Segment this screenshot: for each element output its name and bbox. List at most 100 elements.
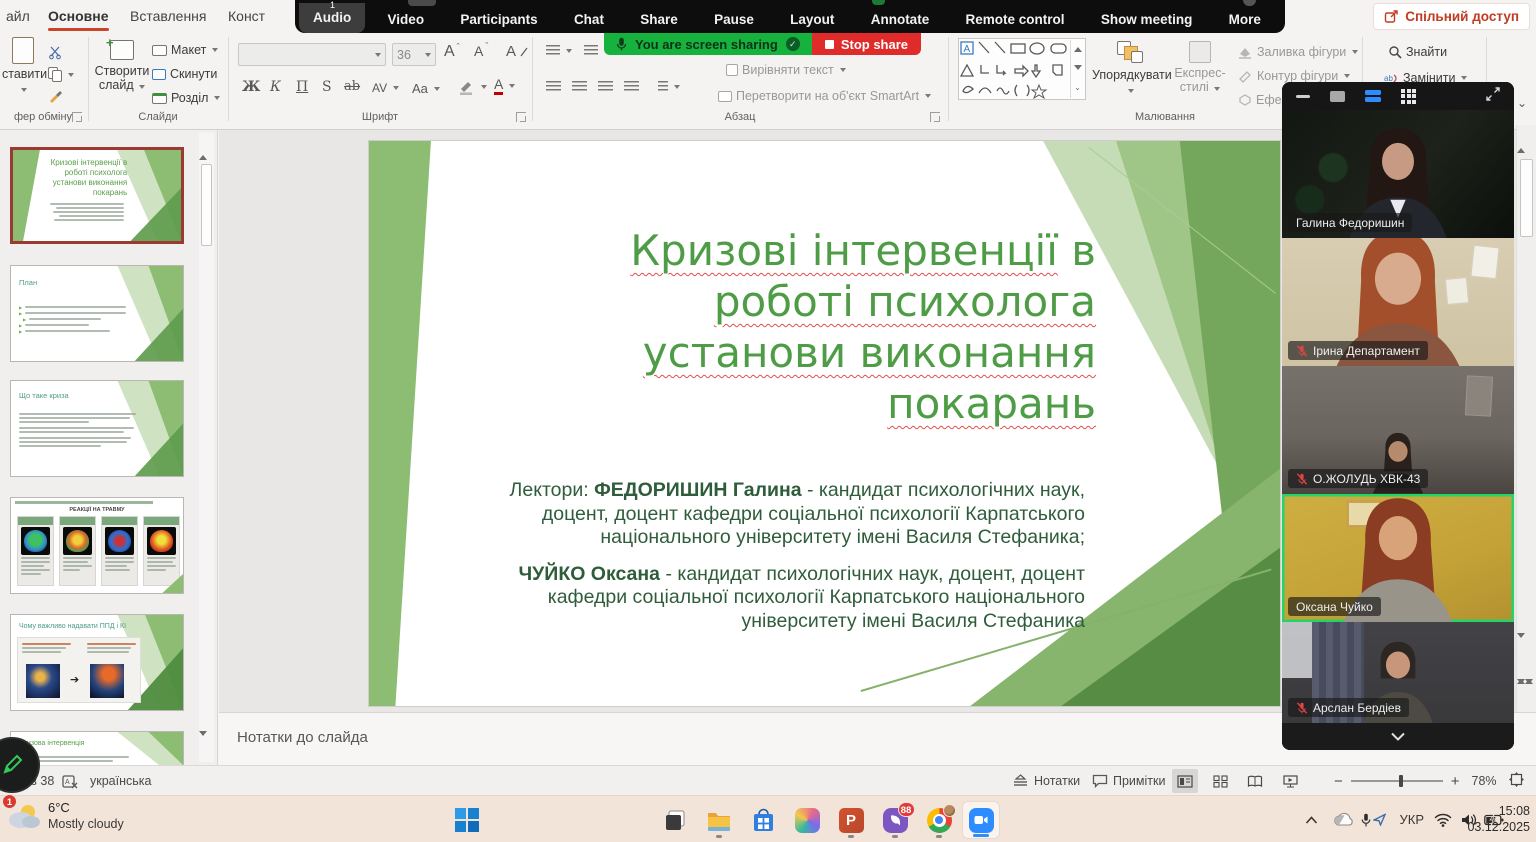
reading-view-button[interactable]	[1242, 769, 1268, 793]
align-center-button[interactable]	[572, 81, 587, 92]
thumbnails-scrollbar[interactable]	[199, 133, 214, 762]
zoom-slider[interactable]	[1351, 780, 1443, 782]
microsoft-store-button[interactable]	[744, 801, 782, 839]
align-text-button[interactable]: Вирівняти текст	[726, 63, 846, 77]
shape-effects-button[interactable]: Ефе	[1238, 93, 1282, 107]
smartart-button[interactable]: Перетворити на об'єкт SmartArt	[718, 89, 931, 103]
start-button[interactable]	[448, 801, 486, 839]
align-left-button[interactable]	[546, 81, 561, 92]
justify-button[interactable]	[624, 81, 639, 92]
chrome-button[interactable]	[920, 801, 958, 839]
viber-button[interactable]: 88	[876, 801, 914, 839]
tab-file[interactable]: айл	[0, 0, 36, 33]
underline-button[interactable]: П	[296, 79, 308, 95]
stop-share-button[interactable]: Stop share	[812, 33, 921, 55]
arrange-button[interactable]: Упорядкувати	[1092, 41, 1168, 96]
zoom-toolbar-participants[interactable]: Participants	[460, 12, 537, 27]
clock[interactable]: 15:08 03.12.2025	[1467, 803, 1530, 835]
character-spacing-button[interactable]: AV	[372, 81, 399, 95]
cut-button[interactable]	[48, 45, 63, 60]
panel-scroll-down-button[interactable]	[1282, 723, 1514, 750]
zoom-toolbar-share[interactable]: Share	[640, 12, 678, 27]
collapse-ribbon-button[interactable]: ⌄	[1517, 96, 1527, 110]
shapes-gallery[interactable]: A ⌄	[958, 38, 1086, 100]
new-slide-button[interactable]: + Створити слайд	[94, 37, 150, 92]
slide-title[interactable]: Кризові інтервенції в роботі психолога у…	[476, 225, 1096, 429]
zoom-app-button[interactable]	[962, 801, 1000, 839]
shape-outline-button[interactable]: Контур фігури	[1238, 69, 1350, 83]
gallery-view-icon[interactable]	[1401, 89, 1416, 104]
zoom-out-button[interactable]: −	[1330, 773, 1347, 790]
zoom-in-button[interactable]: +	[1447, 773, 1464, 790]
scroll-up-button[interactable]	[1517, 125, 1536, 149]
layout-button[interactable]: Макет	[152, 43, 218, 57]
bold-button[interactable]: Ж	[242, 79, 260, 95]
tray-chevron[interactable]	[1305, 796, 1318, 842]
video-tile-5[interactable]: Арслан Бердіев	[1282, 622, 1514, 723]
comments-toggle[interactable]: Примітки	[1092, 766, 1165, 796]
bullets-button[interactable]	[546, 45, 572, 56]
strikethrough-button[interactable]: ab	[344, 79, 360, 94]
zoom-toolbar-remote-control[interactable]: Remote control	[966, 12, 1065, 27]
zoom-toolbar-pause[interactable]: Pause	[714, 12, 754, 27]
thumbnail-slide-1[interactable]: Кризові інтервенції в роботі психолога у…	[10, 147, 184, 244]
mic-in-use-icon[interactable]	[1361, 796, 1386, 842]
font-size-combo[interactable]: 36	[392, 43, 436, 66]
video-tile-4[interactable]: Оксана Чуйко	[1282, 494, 1514, 622]
font-name-combo[interactable]	[238, 43, 386, 66]
columns-button[interactable]	[658, 81, 680, 92]
zoom-toolbar-show-meeting[interactable]: Show meeting	[1101, 12, 1193, 27]
paste-button[interactable]: ставити	[2, 37, 44, 95]
zoom-toolbar-layout[interactable]: Layout	[790, 12, 834, 27]
speaker-view-icon[interactable]	[1365, 90, 1381, 102]
next-slide-button[interactable]	[1517, 684, 1536, 702]
zoom-toolbar-more[interactable]: More	[1229, 12, 1261, 27]
video-tile-3[interactable]: О.ЖОЛУДЬ ХВК-43	[1282, 366, 1514, 494]
language-indicator[interactable]: УКР	[1399, 796, 1424, 842]
font-color-button[interactable]: А	[494, 77, 515, 95]
thumbnail-slide-5[interactable]: Чому важливо надавати ППД і КІ ➔	[10, 614, 184, 711]
fit-slide-button[interactable]	[1509, 772, 1524, 790]
shapes-gallery-scroll[interactable]: ⌄	[1070, 40, 1084, 98]
notes-toggle[interactable]: Нотатки	[1012, 766, 1080, 796]
zoom-percent[interactable]: 78%	[1472, 774, 1497, 788]
thumbnail-slide-4[interactable]: РЕАКЦІЇ НА ТРАВМУ	[10, 497, 184, 594]
tab-design[interactable]: Конст	[222, 0, 271, 33]
scroll-down-button[interactable]	[1517, 638, 1536, 656]
ppt-share-button[interactable]: Спільний доступ	[1373, 3, 1530, 30]
paragraph-dialog-launcher[interactable]	[930, 112, 940, 122]
zoom-toolbar-annotate[interactable]: Annotate	[871, 12, 930, 27]
thumb-scroll-down[interactable]	[199, 736, 214, 754]
shrink-font-button[interactable]: Аˇ	[474, 43, 488, 59]
change-case-button[interactable]: Aa	[412, 81, 440, 96]
small-view-icon[interactable]	[1330, 91, 1345, 102]
video-tile-1[interactable]: Галина Федоришин	[1282, 110, 1514, 238]
slideshow-view-button[interactable]	[1277, 769, 1303, 793]
find-button[interactable]: Знайти	[1388, 45, 1447, 59]
text-shadow-button[interactable]: S	[322, 79, 332, 95]
grow-font-button[interactable]: Аˆ	[444, 43, 460, 61]
previous-slide-button[interactable]	[1517, 662, 1536, 680]
onedrive-icon[interactable]	[1332, 796, 1354, 842]
tab-insert[interactable]: Вставлення	[124, 0, 213, 33]
clipboard-dialog-launcher[interactable]	[72, 112, 82, 122]
thumb-scroll-up[interactable]	[199, 133, 214, 156]
quick-styles-button[interactable]: Експрес-стилі	[1170, 41, 1230, 94]
spellcheck-button[interactable]: A	[62, 766, 78, 796]
zoom-toolbar-chat[interactable]: Chat	[574, 12, 604, 27]
tab-home[interactable]: Основне	[42, 0, 115, 33]
file-explorer-button[interactable]	[700, 801, 738, 839]
slide-body[interactable]: Лектори: ФЕДОРИШИН Галина - кандидат пси…	[500, 479, 1085, 633]
reset-slide-button[interactable]: Скинути	[152, 67, 217, 81]
font-dialog-launcher[interactable]	[516, 112, 526, 122]
language-button[interactable]: українська	[90, 766, 151, 796]
highlight-color-button[interactable]	[458, 79, 487, 95]
slide-sorter-view-button[interactable]	[1207, 769, 1233, 793]
copy-button[interactable]	[48, 67, 74, 82]
thumb-scroll-thumb[interactable]	[201, 164, 212, 246]
thumbnail-slide-2[interactable]: План ▶ ▶ ▶ ▶ ▶	[10, 265, 184, 362]
scroll-thumb[interactable]	[1520, 159, 1533, 237]
copilot-button[interactable]	[788, 801, 826, 839]
task-view-button[interactable]	[656, 801, 694, 839]
zoom-slider-thumb[interactable]	[1399, 775, 1403, 787]
